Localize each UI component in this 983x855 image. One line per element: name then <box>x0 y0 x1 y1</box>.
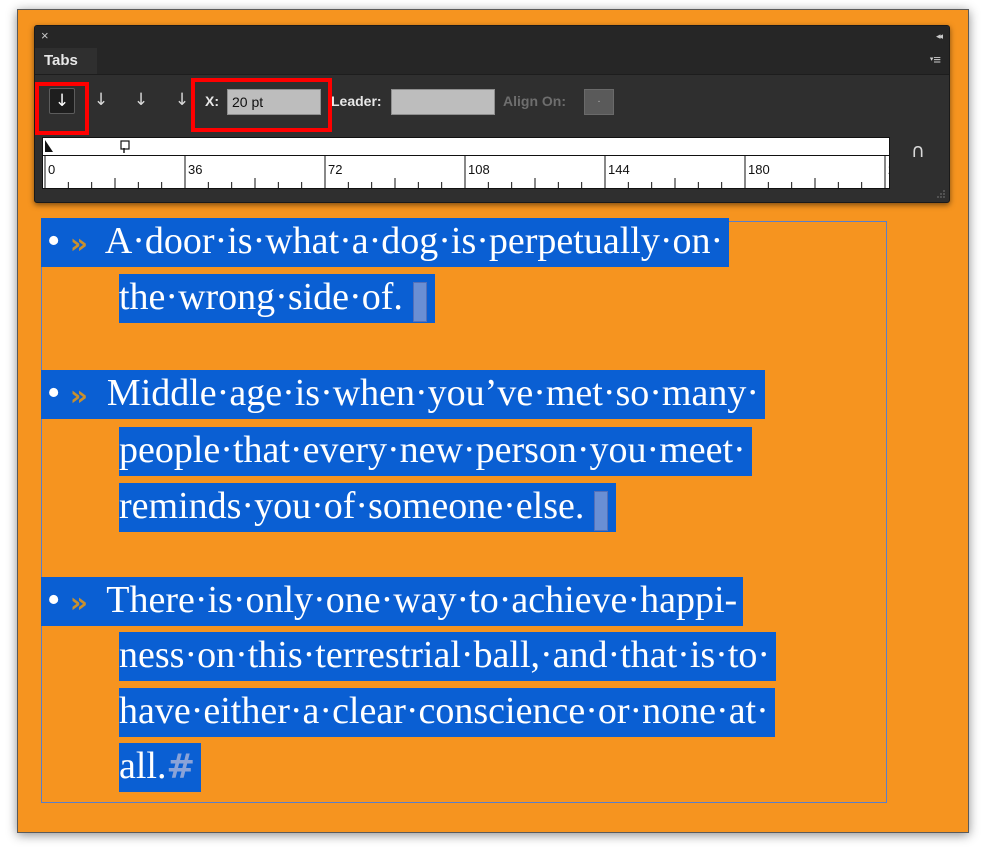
tabs-toolbar: ↓ ↓ ↓ ↓ X: 20 pt Leader: Align On: . <box>35 75 949 137</box>
right-tab-icon: ↓ <box>133 90 149 110</box>
leader-input[interactable] <box>391 89 495 115</box>
line-text: people·that·every·new·person·you·meet· <box>119 429 746 471</box>
ruler-label: 0 <box>48 162 55 177</box>
close-icon[interactable]: × <box>41 28 49 44</box>
paragraph-2-line-3: reminds·you·of·someone·else. <box>119 483 617 532</box>
bullet-glyph: • <box>47 372 61 414</box>
end-of-story-icon: # <box>166 747 195 787</box>
line-text: A·door·is·what·a·dog·is·perpetually·on· <box>104 220 724 262</box>
line-text: Middle·age·is·when·you’ve·met·so·many· <box>106 372 760 414</box>
paragraph-3-line-3: have·either·a·clear·conscience·or·none·a… <box>119 688 775 737</box>
ruler-label: 144 <box>608 162 630 177</box>
paragraph-2-line-1: • » Middle·age·is·when·you’ve·met·so·man… <box>41 370 766 419</box>
bullet-glyph: • <box>47 220 61 262</box>
ruler-label: 180 <box>748 162 770 177</box>
align-on-input: . <box>584 89 614 115</box>
center-justified-tab-button[interactable]: ↓ <box>88 88 114 114</box>
leader-label: Leader: <box>331 93 382 109</box>
line-text: have·either·a·clear·conscience·or·none·a… <box>119 690 769 732</box>
tab-chevron-icon: » <box>69 586 88 619</box>
line-text: There·is·only·one·way·to·achieve·happi- <box>106 579 738 621</box>
resize-grip-icon[interactable] <box>936 189 946 199</box>
tabs-panel: × ◂◂ Tabs ▾≡ ↓ ↓ ↓ ↓ X: 20 pt Leader: Al… <box>34 25 950 203</box>
paragraph-2-line-2: people·that·every·new·person·you·meet· <box>119 427 752 476</box>
panel-menu-icon[interactable]: ▾≡ <box>930 52 941 68</box>
tab-stop-strip[interactable] <box>42 137 890 155</box>
ruler-ticks: 0 36 72 108 144 180 2 <box>44 156 890 188</box>
line-text: reminds·you·of·someone·else. <box>119 485 585 527</box>
tab-markers <box>45 140 130 153</box>
line-text: ness·on·this·terrestrial·ball,·and·that·… <box>119 634 771 676</box>
panel-tab-row: Tabs ▾≡ <box>35 48 949 75</box>
highlight-x-field <box>191 78 332 132</box>
ruler-label: 36 <box>188 162 202 177</box>
ruler-label: 72 <box>328 162 342 177</box>
tab-ruler[interactable]: 0 36 72 108 144 180 2 <box>42 155 890 189</box>
paragraph-1-line-2: the·wrong·side·of. <box>119 274 435 323</box>
tab-chevron-icon: » <box>69 379 88 412</box>
align-on-label: Align On: <box>503 93 566 109</box>
line-text: the·wrong·side·of. <box>119 276 403 318</box>
paragraph-3-line-4: all.# <box>119 743 201 792</box>
left-indent-marker <box>45 140 53 152</box>
highlight-left-tab-button <box>35 82 89 135</box>
tab-marker <box>120 140 130 150</box>
bullet-glyph: • <box>47 579 61 621</box>
tab-chevron-icon: » <box>69 227 88 260</box>
center-tab-icon: ↓ <box>93 90 109 110</box>
position-panel-above-text-frame-button[interactable]: ∩ <box>903 139 933 163</box>
tab-tabs[interactable]: Tabs <box>35 48 97 74</box>
decimal-tab-icon: ↓ <box>174 90 190 110</box>
pilcrow-icon <box>403 274 429 322</box>
paragraph-1-line-1: • » A·door·is·what·a·dog·is·perpetually·… <box>41 218 730 267</box>
ruler-label: 2 <box>888 162 890 177</box>
line-text: all. <box>119 745 167 787</box>
panel-titlebar[interactable]: × ◂◂ <box>35 26 949 48</box>
paragraph-3-line-1: • » There·is·only·one·way·to·achieve·hap… <box>41 577 744 626</box>
ruler-label: 108 <box>468 162 490 177</box>
right-justified-tab-button[interactable]: ↓ <box>128 88 154 114</box>
magnet-icon: ∩ <box>911 140 925 162</box>
pilcrow-icon <box>584 483 610 531</box>
paragraph-3-line-2: ness·on·this·terrestrial·ball,·and·that·… <box>119 632 777 681</box>
collapse-panel-icon[interactable]: ◂◂ <box>936 29 943 43</box>
